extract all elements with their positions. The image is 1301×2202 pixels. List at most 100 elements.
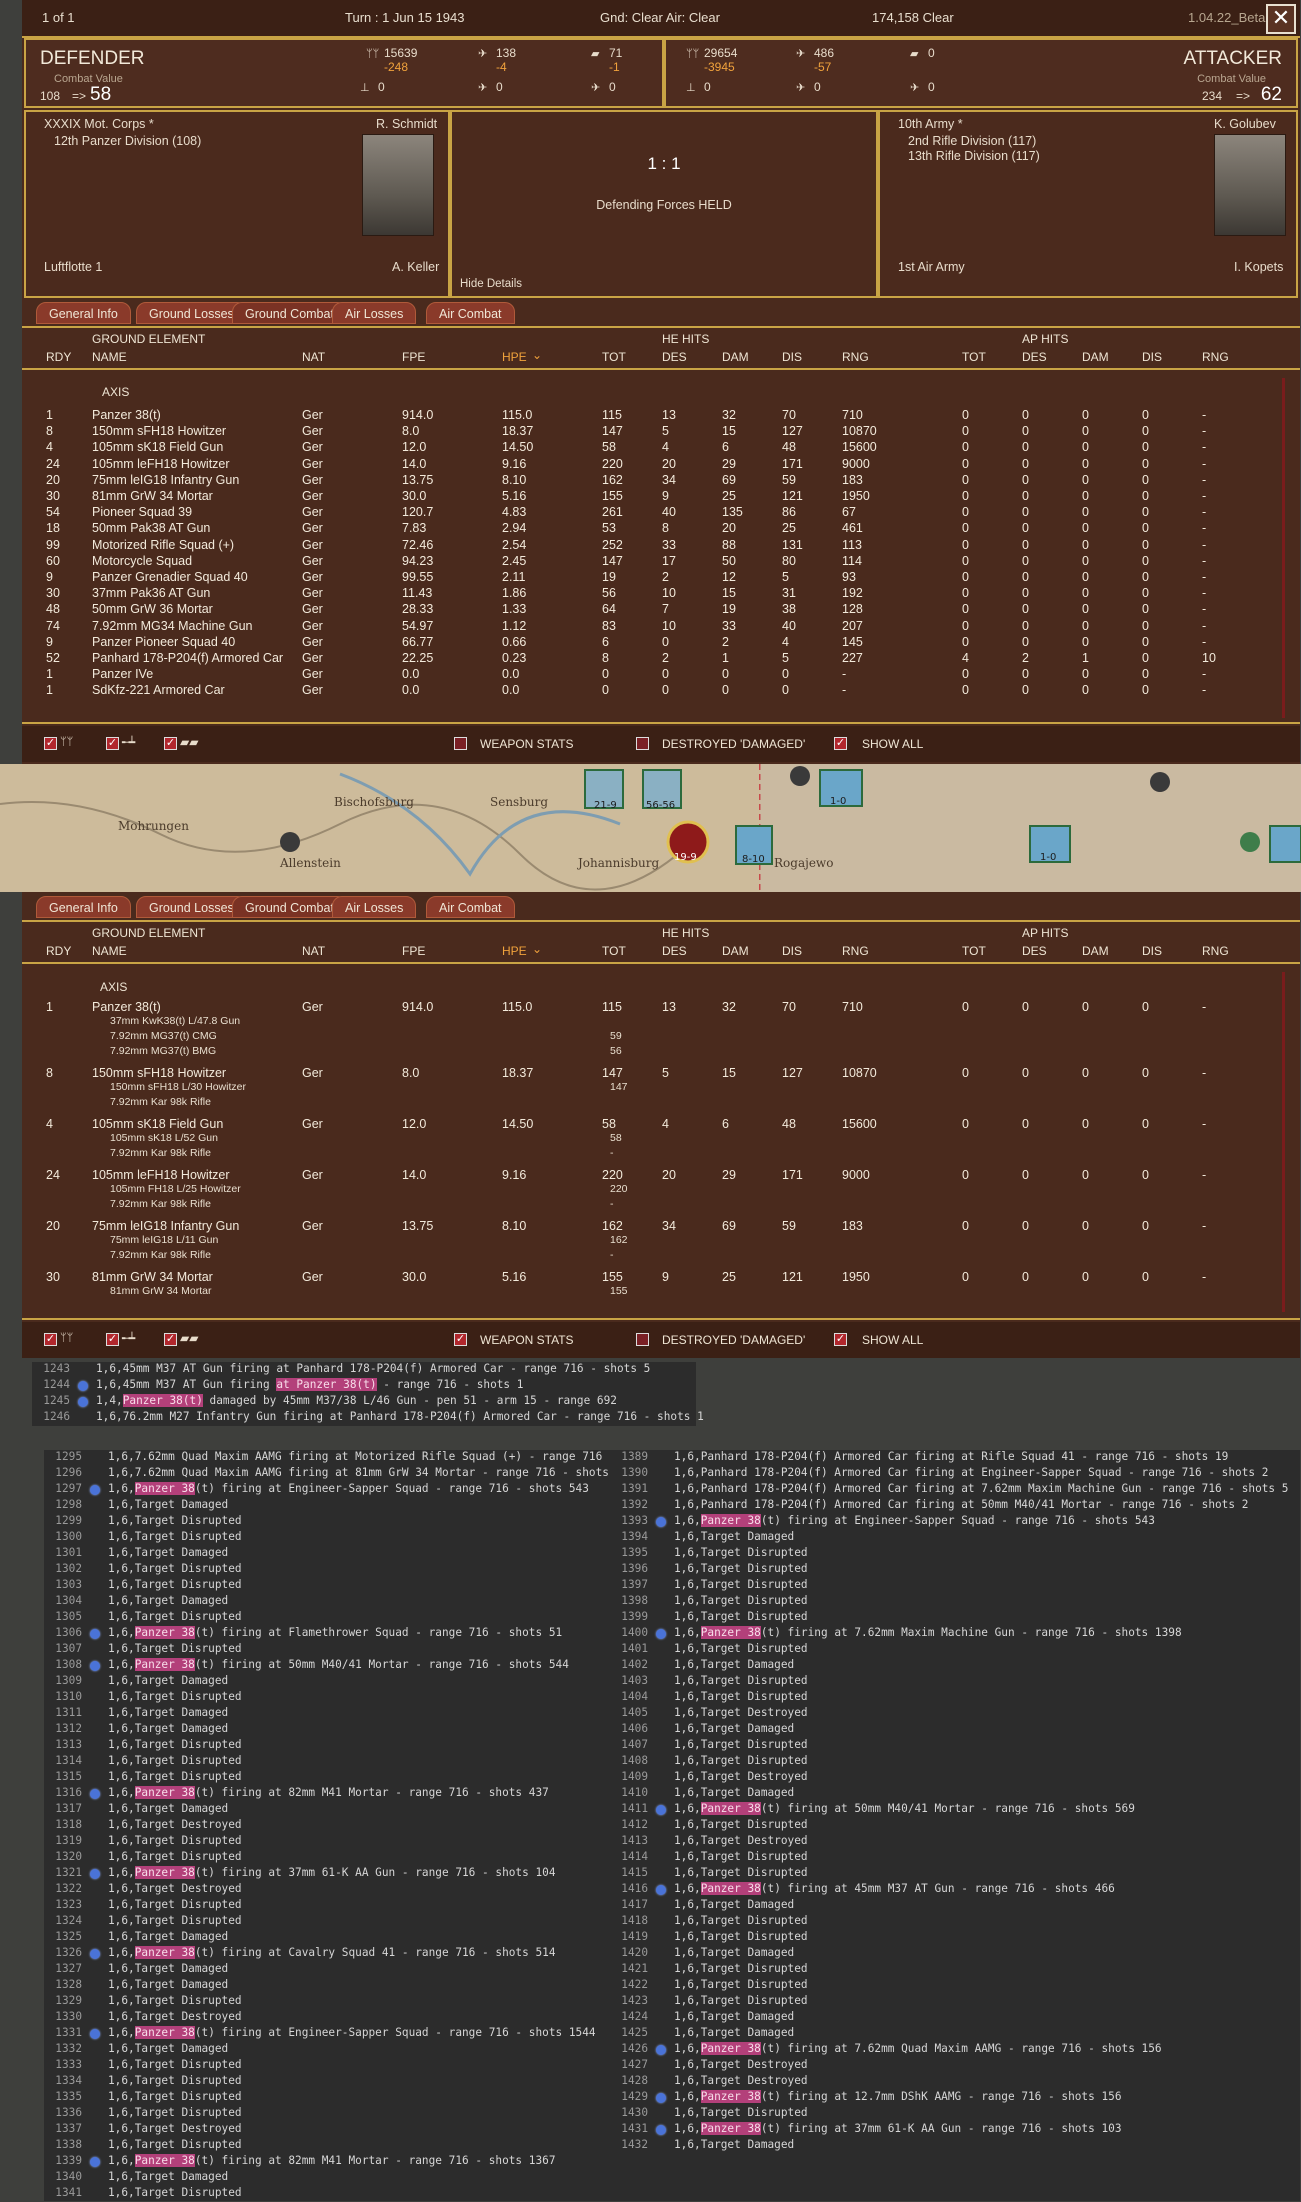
column-header[interactable]: DES [1022,350,1047,364]
log-line[interactable]: 1311 1,6,Target Damaged [44,1706,614,1722]
log-line[interactable]: 1328 1,6,Target Damaged [44,1978,614,1994]
log-line[interactable]: 1320 1,6,Target Disrupted [44,1850,614,1866]
column-header[interactable]: FPE [402,944,425,958]
column-header[interactable]: RNG [1202,944,1229,958]
column-header[interactable]: DES [1022,944,1047,958]
log-line[interactable]: 1432 1,6,Target Damaged [610,2138,1300,2154]
defender-corps[interactable]: XXXIX Mot. Corps * [44,117,154,131]
log-line[interactable]: 1403 1,6,Target Disrupted [610,1674,1300,1690]
log-line[interactable]: 1416 1,6,Panzer 38(t) firing at 45mm M37 … [610,1882,1300,1898]
log-line[interactable]: 1298 1,6,Target Damaged [44,1498,614,1514]
column-header[interactable]: DAM [1082,350,1109,364]
log-line[interactable]: 1399 1,6,Target Disrupted [610,1610,1300,1626]
log-line[interactable]: 1333 1,6,Target Disrupted [44,2058,614,2074]
breakpoint-icon[interactable] [90,2029,100,2039]
show-all-checkbox[interactable]: ✓ [834,1333,847,1346]
defender-commander-portrait[interactable] [362,134,434,236]
destroyed-damaged-checkbox[interactable] [636,1333,649,1346]
attacker-commander-portrait[interactable] [1214,134,1286,236]
log-line[interactable]: 1334 1,6,Target Disrupted [44,2074,614,2090]
log-line[interactable]: 1423 1,6,Target Disrupted [610,1994,1300,2010]
column-header[interactable]: DAM [1082,944,1109,958]
column-header[interactable]: RNG [1202,350,1229,364]
tab-ground-losses[interactable]: Ground Losses [136,896,247,918]
breakpoint-icon[interactable] [656,2045,666,2055]
destroyed-damaged-checkbox[interactable] [636,737,649,750]
table-row[interactable]: 1 SdKfz-221 Armored Car Ger 0.0 0.0 0 0 0 0 - 0 0 0 0… [22,683,1282,701]
log-line[interactable]: 1245 1,4,Panzer 38(t) damaged by 45mm M37… [32,1394,696,1410]
column-header[interactable]: DIS [782,350,802,364]
breakpoint-icon[interactable] [90,1869,100,1879]
log-line[interactable]: 1341 1,6,Target Disrupted [44,2186,614,2202]
log-line[interactable]: 1308 1,6,Panzer 38(t) firing at 50mm M40/… [44,1658,614,1674]
log-line[interactable]: 1306 1,6,Panzer 38(t) firing at Flamethro… [44,1626,614,1642]
log-line[interactable]: 1327 1,6,Target Damaged [44,1962,614,1978]
log-line[interactable]: 1335 1,6,Target Disrupted [44,2090,614,2106]
log-line[interactable]: 1313 1,6,Target Disrupted [44,1738,614,1754]
column-header[interactable]: TOT [602,944,626,958]
log-line[interactable]: 1338 1,6,Target Disrupted [44,2138,614,2154]
tab-air-losses[interactable]: Air Losses [332,302,417,324]
log-line[interactable]: 1405 1,6,Target Destroyed [610,1706,1300,1722]
log-line[interactable]: 1305 1,6,Target Disrupted [44,1610,614,1626]
column-header[interactable]: NAT [302,350,325,364]
log-line[interactable]: 1422 1,6,Target Disrupted [610,1978,1300,1994]
log-line[interactable]: 1316 1,6,Panzer 38(t) firing at 82mm M41 … [44,1786,614,1802]
column-header[interactable]: RDY [46,944,71,958]
breakpoint-icon[interactable] [78,1397,88,1407]
log-line[interactable]: 1300 1,6,Target Disrupted [44,1530,614,1546]
column-header[interactable]: TOT [602,350,626,364]
combat-log-small[interactable]: 1243 1,6,45mm M37 AT Gun firing at Panhar… [32,1362,704,1426]
log-line[interactable]: 1393 1,6,Panzer 38(t) firing at Engineer-… [610,1514,1300,1530]
breakpoint-icon[interactable] [656,1629,666,1639]
log-line[interactable]: 1321 1,6,Panzer 38(t) firing at 37mm 61-K… [44,1866,614,1882]
column-header[interactable]: NAT [302,944,325,958]
log-line[interactable]: 1415 1,6,Target Disrupted [610,1866,1300,1882]
close-button[interactable]: ✕ [1266,4,1296,34]
defender-division[interactable]: 12th Panzer Division (108) [54,134,201,148]
log-line[interactable]: 1243 1,6,45mm M37 AT Gun firing at Panhar… [32,1362,696,1378]
log-line[interactable]: 1317 1,6,Target Damaged [44,1802,614,1818]
log-line[interactable]: 1390 1,6,Panhard 178-P204(f) Armored Car … [610,1466,1300,1482]
log-line[interactable]: 1336 1,6,Target Disrupted [44,2106,614,2122]
tab-air-combat[interactable]: Air Combat [426,302,515,324]
column-header[interactable]: RNG [842,944,869,958]
column-header[interactable]: TOT [962,350,986,364]
log-line[interactable]: 1330 1,6,Target Destroyed [44,2010,614,2026]
breakpoint-icon[interactable] [90,1629,100,1639]
log-line[interactable]: 1398 1,6,Target Disrupted [610,1594,1300,1610]
column-header[interactable]: NAME [92,944,127,958]
filter-guns-checkbox[interactable]: ✓ [106,1333,119,1346]
column-header[interactable]: NAME [92,350,127,364]
breakpoint-icon[interactable] [656,1805,666,1815]
log-line[interactable]: 1244 1,6,45mm M37 AT Gun firing at Panzer… [32,1378,696,1394]
log-line[interactable]: 1404 1,6,Target Disrupted [610,1690,1300,1706]
log-line[interactable]: 1246 1,6,76.2mm M27 Infantry Gun firing a… [32,1410,704,1426]
tab-ground-combat[interactable]: Ground Combat [232,896,347,918]
column-header[interactable]: DES [662,350,687,364]
column-header[interactable]: DIS [1142,350,1162,364]
log-line[interactable]: 1419 1,6,Target Disrupted [610,1930,1300,1946]
log-line[interactable]: 1295 1,6,7.62mm Quad Maxim AAMG firing at… [44,1450,615,1466]
log-line[interactable]: 1304 1,6,Target Damaged [44,1594,614,1610]
show-all-checkbox[interactable]: ✓ [834,737,847,750]
log-line[interactable]: 1322 1,6,Target Destroyed [44,1882,614,1898]
weapon-stats-checkbox[interactable]: ✓ [454,1333,467,1346]
log-line[interactable]: 1407 1,6,Target Disrupted [610,1738,1300,1754]
log-line[interactable]: 1326 1,6,Panzer 38(t) firing at Cavalry S… [44,1946,614,1962]
log-line[interactable]: 1431 1,6,Panzer 38(t) firing at 37mm 61-K… [610,2122,1300,2138]
breakpoint-icon[interactable] [90,1661,100,1671]
log-line[interactable]: 1319 1,6,Target Disrupted [44,1834,614,1850]
column-header[interactable]: DAM [722,350,749,364]
log-line[interactable]: 1428 1,6,Target Destroyed [610,2074,1300,2090]
log-line[interactable]: 1315 1,6,Target Disrupted [44,1770,614,1786]
log-line[interactable]: 1397 1,6,Target Disrupted [610,1578,1300,1594]
log-line[interactable]: 1392 1,6,Panhard 178-P204(f) Armored Car … [610,1498,1300,1514]
column-header[interactable]: RDY [46,350,71,364]
table-scrollbar[interactable] [1282,378,1285,718]
log-line[interactable]: 1427 1,6,Target Destroyed [610,2058,1300,2074]
combat-log-left[interactable]: 1295 1,6,7.62mm Quad Maxim AAMG firing at… [44,1450,616,2202]
column-header[interactable]: HPE [502,350,527,364]
log-line[interactable]: 1309 1,6,Target Damaged [44,1674,614,1690]
breakpoint-icon[interactable] [90,1949,100,1959]
